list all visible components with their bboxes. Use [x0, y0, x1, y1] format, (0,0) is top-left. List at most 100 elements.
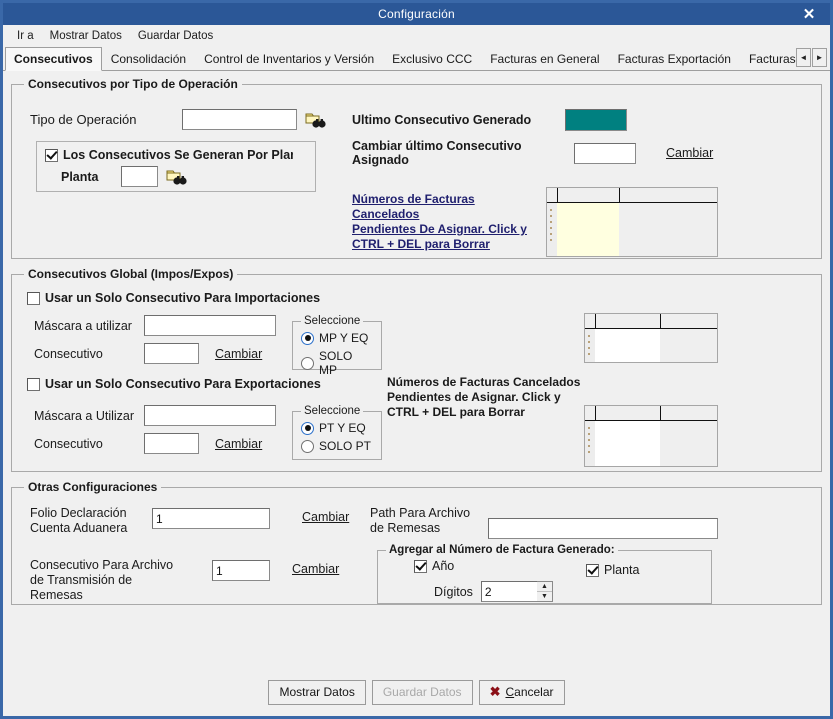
cambiar-link-remesas[interactable]: Cambiar [292, 562, 339, 576]
link-line-1: Números de Facturas Cancelados [352, 192, 475, 221]
grid-body [585, 329, 717, 362]
grid-empty-area [660, 421, 717, 466]
folder-binoculars-icon[interactable] [305, 111, 326, 129]
digitos-stepper[interactable]: ▲ ▼ [480, 581, 553, 602]
consecutivo-remesas-input[interactable] [212, 560, 270, 581]
grid-header [547, 188, 717, 203]
window-title: Configuración [378, 7, 455, 21]
menu-item-ir-a[interactable]: Ir a [9, 28, 42, 44]
facturas-canceladas-link[interactable]: Números de Facturas Cancelados Pendiente… [352, 192, 537, 252]
consecutivo-importaciones-input[interactable] [144, 343, 199, 364]
stepper-down-icon[interactable]: ▼ [536, 592, 552, 601]
radio-solo-mp[interactable]: SOLO MP [301, 349, 373, 377]
checkbox-label: Año [432, 559, 455, 573]
menu-item-mostrar-datos[interactable]: Mostrar Datos [42, 28, 130, 44]
tab-facturas-en-general[interactable]: Facturas en General [481, 47, 609, 70]
grid-facturas-canceladas-importaciones[interactable] [584, 313, 718, 363]
group-consecutivos-tipo-operacion: Consecutivos por Tipo de Operación Tipo … [11, 77, 822, 259]
grid-body [585, 421, 717, 466]
mascara-importaciones-label: Máscara a utilizar [34, 318, 132, 333]
checkbox-consecutivos-por-planta[interactable]: Los Consecutivos Se Generan Por Planta [45, 148, 293, 162]
folio-declaracion-input[interactable] [152, 508, 270, 529]
tab-scroll-buttons: ◄ ► [796, 48, 827, 67]
footer-button-bar: Mostrar Datos Guardar Datos ✖ Cancelar [3, 668, 830, 716]
grid-header-cell [595, 406, 661, 420]
ultimo-consecutivo-generado-label: Ultimo Consecutivo Generado [352, 113, 532, 127]
grid-facturas-canceladas-tipo-operacion[interactable] [546, 187, 718, 257]
tab-facturas-exportacion[interactable]: Facturas Exportación [608, 47, 740, 70]
grid-data-column[interactable] [595, 421, 660, 466]
group-consecutivos-global: Consecutivos Global (Impos/Expos) Usar u… [11, 267, 822, 472]
checkbox-label: Usar un Solo Consecutivo Para Importacio… [45, 291, 321, 305]
cambiar-link-label: Cambiar [215, 436, 263, 451]
radio-mp-y-eq[interactable]: MP Y EQ [301, 331, 368, 345]
tab-scroll-right-icon[interactable]: ► [812, 48, 827, 67]
checkbox-solo-consecutivo-exportaciones[interactable]: Usar un Solo Consecutivo Para Exportacio… [27, 377, 321, 391]
consecutivo-exportaciones-label: Consecutivo [34, 436, 103, 451]
grid-facturas-canceladas-exportaciones[interactable] [584, 405, 718, 467]
path-remesas-label: Path Para Archivo de Remesas [370, 506, 471, 535]
group-legend: Consecutivos Global (Impos/Expos) [28, 267, 234, 281]
cambiar-link-exportaciones[interactable]: Cambiar [215, 437, 262, 451]
menu-bar: Ir a Mostrar Datos Guardar Datos [3, 25, 830, 47]
digitos-label: Dígitos [434, 584, 473, 599]
grid-corner [547, 188, 557, 202]
radio-label: SOLO PT [319, 439, 372, 453]
tab-control-inventarios[interactable]: Control de Inventarios y Versión [195, 47, 384, 70]
consecutivo-exportaciones-input[interactable] [144, 433, 199, 454]
cancelar-button[interactable]: ✖ Cancelar [478, 679, 565, 705]
radio-dot [301, 421, 314, 435]
guardar-datos-button: Guardar Datos [371, 679, 473, 705]
stepper-buttons: ▲ ▼ [536, 581, 553, 602]
tab-consecutivos[interactable]: Consecutivos [5, 47, 102, 71]
grid-data-column[interactable] [595, 329, 660, 362]
folio-declaracion-label: Folio Declaración Cuenta Aduanera [30, 506, 128, 535]
tab-label: Facturas Exportación [617, 52, 731, 66]
grid-header-cell [595, 314, 661, 328]
tab-strip: Consecutivos Consolidación Control de In… [3, 47, 830, 71]
grid-header [585, 314, 717, 329]
fieldset-agregar-numero-factura: Agregar al Número de Factura Generado: A… [377, 544, 712, 604]
radio-solo-pt[interactable]: SOLO PT [301, 439, 371, 453]
cambiar-ultimo-consecutivo-input[interactable] [574, 142, 636, 164]
close-icon[interactable]: ✕ [796, 3, 822, 25]
facturas-canceladas-text-global: Números de Facturas Cancelados Pendiente… [387, 375, 592, 420]
planta-input[interactable] [121, 166, 158, 187]
mascara-importaciones-input[interactable] [144, 315, 276, 336]
checkbox-solo-consecutivo-importaciones[interactable]: Usar un Solo Consecutivo Para Importacio… [27, 291, 320, 305]
mostrar-datos-button[interactable]: Mostrar Datos [268, 679, 366, 705]
radio-dot [301, 331, 314, 345]
cambiar-link-label: Cambiar [215, 346, 263, 361]
cambiar-link-importaciones[interactable]: Cambiar [215, 347, 262, 361]
grid-data-column[interactable] [557, 203, 619, 256]
cambiar-link-tipo-operacion[interactable]: Cambiar [666, 146, 713, 160]
group-otras-configuraciones: Otras Configuraciones Folio Declaración … [11, 480, 822, 605]
link-line-3: CTRL + DEL para Borrar [352, 237, 490, 251]
path-remesas-input[interactable] [488, 518, 718, 539]
link-line-2: Pendientes De Asignar. Click y [352, 222, 527, 236]
checkbox-anio[interactable]: Año [414, 559, 454, 573]
checkbox-box [414, 559, 427, 573]
tab-exclusivo-ccc[interactable]: Exclusivo CCC [383, 47, 482, 70]
menu-item-guardar-datos[interactable]: Guardar Datos [130, 28, 221, 44]
configuracion-window: Configuración ✕ Ir a Mostrar Datos Guard… [0, 0, 833, 719]
planta-subpanel: Los Consecutivos Se Generan Por Planta P… [36, 141, 316, 192]
fieldset-legend: Seleccione [304, 405, 361, 417]
group-legend: Consecutivos por Tipo de Operación [28, 77, 238, 91]
fieldset-legend: Agregar al Número de Factura Generado: [389, 544, 615, 556]
radio-pt-y-eq[interactable]: PT Y EQ [301, 421, 366, 435]
tab-scroll-left-icon[interactable]: ◄ [796, 48, 811, 67]
cambiar-link-label: Cambiar [666, 146, 714, 160]
stepper-up-icon[interactable]: ▲ [536, 582, 552, 592]
cambiar-link-folio[interactable]: Cambiar [302, 510, 349, 524]
checkbox-planta-agregar[interactable]: Planta [586, 563, 639, 577]
tab-panel-consecutivos: Consecutivos por Tipo de Operación Tipo … [3, 71, 830, 668]
mascara-exportaciones-input[interactable] [144, 405, 276, 426]
ultimo-consecutivo-generado-value [565, 109, 627, 131]
folder-binoculars-icon[interactable] [166, 168, 187, 186]
tab-consolidacion[interactable]: Consolidación [101, 47, 196, 70]
fieldset-seleccione-exportaciones: Seleccione PT Y EQ SOLO PT [292, 405, 382, 460]
tipo-operacion-input[interactable] [182, 109, 297, 130]
grid-corner [585, 406, 595, 420]
digitos-input[interactable] [480, 581, 537, 602]
